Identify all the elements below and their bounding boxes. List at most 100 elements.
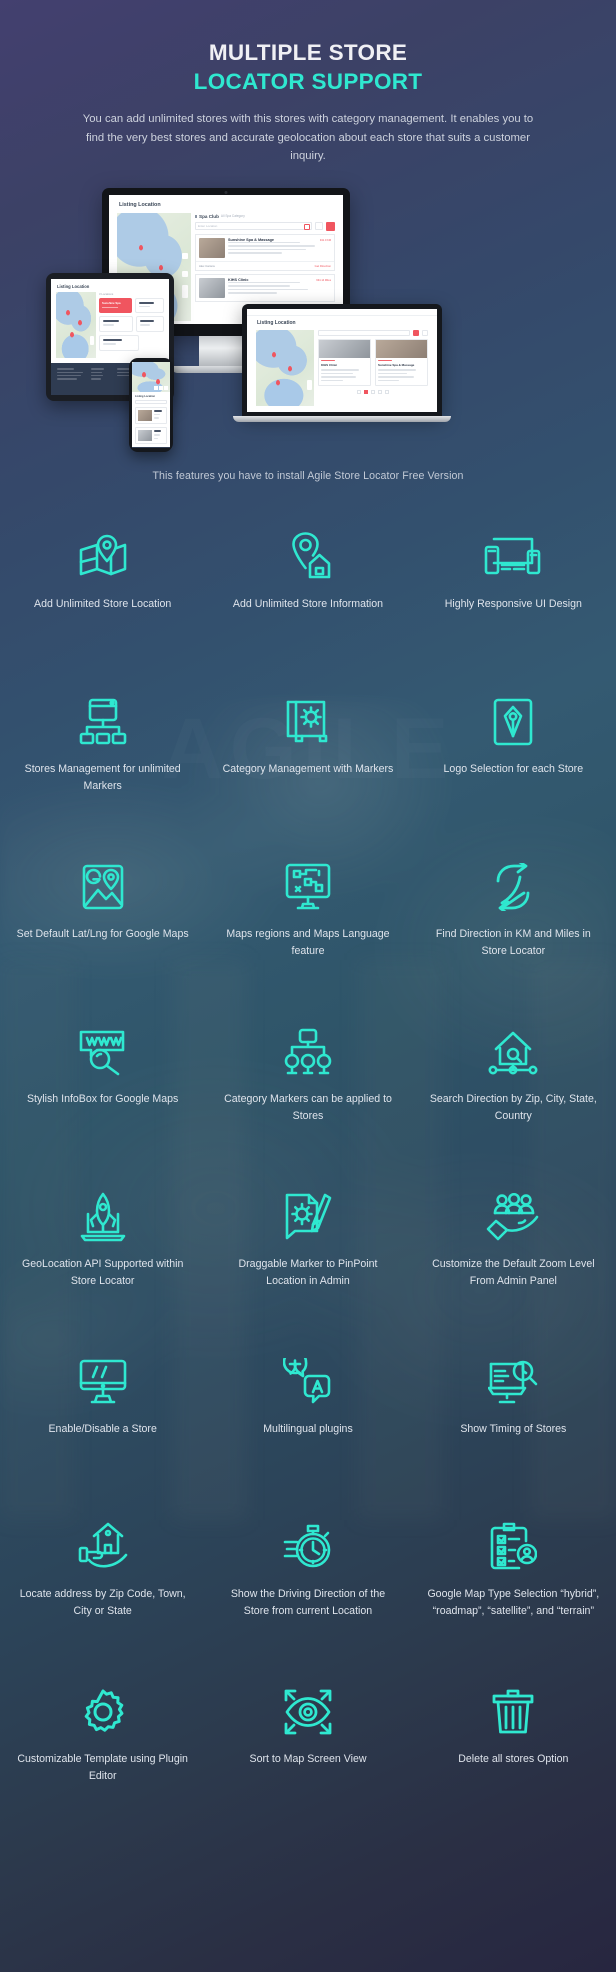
feature-item[interactable]: Add Unlimited Store Information: [205, 526, 410, 691]
desktop-panel-subtitle: All Spa Category: [220, 214, 245, 218]
map-locate-button[interactable]: [182, 270, 188, 277]
desktop-search-input[interactable]: Enter Location: [195, 222, 312, 230]
tablet-card[interactable]: [136, 316, 164, 333]
page-title: MULTIPLE STORE LOCATOR SUPPORT: [0, 38, 616, 96]
feature-item[interactable]: Stores Management for unlimited Markers: [0, 691, 205, 856]
hero-header: MULTIPLE STORE LOCATOR SUPPORT You can a…: [0, 0, 616, 166]
eye-expand-screen-icon: [219, 1681, 396, 1743]
map-pin-icon: [78, 319, 82, 326]
phone-device: Listing Location: [129, 357, 173, 452]
feature-item[interactable]: Locate address by Zip Code, Town, City o…: [0, 1516, 205, 1681]
feature-label: Add Unlimited Store Location: [34, 597, 172, 610]
map-pin-location-icon: [14, 526, 191, 588]
desktop-screen-title: Listing Location: [119, 201, 161, 208]
phone-screen-title: Listing Location: [135, 394, 156, 398]
feature-item[interactable]: Google Map Type Selection “hybrid”, “roa…: [411, 1516, 616, 1681]
laptop-search-input[interactable]: [318, 329, 410, 336]
feature-label: Add Unlimited Store Information: [232, 597, 384, 610]
store-card[interactable]: Sunshine Spa & Massage 941.9 KM Alex Car…: [195, 233, 335, 271]
feature-item[interactable]: Multilingual plugins: [205, 1351, 410, 1516]
feature-item[interactable]: Customizable Template using Plugin Edito…: [0, 1681, 205, 1846]
feature-label: Show the Driving Direction of the Store …: [230, 1587, 386, 1618]
phone-screen: Listing Location: [132, 361, 170, 448]
feature-item[interactable]: Category Management with Markers: [205, 691, 410, 856]
feature-item[interactable]: Enable/Disable a Store: [0, 1351, 205, 1516]
store-distance-badge: 934.14 Miles: [316, 278, 331, 282]
store-direction-link[interactable]: Get Direction: [315, 264, 331, 268]
laptop-base: [233, 415, 451, 422]
phone-map: [132, 361, 170, 392]
map-fullscreen-button[interactable]: [182, 252, 188, 259]
feature-label: Logo Selection for each Store: [443, 762, 584, 775]
map-pin-icon: [272, 351, 276, 358]
hand-house-address-icon: [14, 1516, 191, 1578]
feature-label: Show Timing of Stores: [460, 1422, 567, 1435]
grid-view-toggle[interactable]: [413, 329, 419, 336]
feature-item[interactable]: Highly Responsive UI Design: [411, 526, 616, 691]
direction-arrows-icon: [425, 856, 602, 918]
back-chevron-icon[interactable]: [195, 214, 197, 218]
list-view-toggle[interactable]: [315, 222, 323, 230]
map-pin-icon: [66, 309, 70, 316]
monitor-clock-search-icon: [425, 1351, 602, 1413]
pagination[interactable]: [318, 390, 428, 395]
feature-item[interactable]: Delete all stores Option: [411, 1681, 616, 1846]
store-owner: Alex Carrera: [199, 263, 215, 268]
feature-label: Customizable Template using Plugin Edito…: [17, 1752, 188, 1783]
laptop-screen: Listing Location KIHS Clinic Sunshine Sp…: [247, 308, 437, 412]
map-pin-icon: [156, 378, 160, 385]
feature-item[interactable]: Maps regions and Maps Language feature: [205, 856, 410, 1021]
store-card[interactable]: [135, 426, 167, 445]
monitor-toggle-icon: [14, 1351, 191, 1413]
map-zoom-controls[interactable]: [307, 379, 312, 390]
feature-item[interactable]: Add Unlimited Store Location: [0, 526, 205, 691]
map-gear-category-icon: [219, 691, 396, 753]
clipboard-checklist-map-type-icon: [425, 1516, 602, 1578]
store-card[interactable]: KIHS Clinic 934.14 Miles: [195, 273, 335, 302]
store-card[interactable]: [135, 406, 167, 424]
feature-item[interactable]: Show Timing of Stores: [411, 1351, 616, 1516]
store-thumbnail: [199, 237, 225, 258]
phone-search-input[interactable]: [135, 399, 167, 404]
list-view-toggle[interactable]: [422, 329, 428, 336]
laptop-lid: Listing Location KIHS Clinic Sunshine Sp…: [242, 303, 442, 416]
feature-item[interactable]: Logo Selection for each Store: [411, 691, 616, 856]
feature-label: Stores Management for unlimited Markers: [24, 762, 181, 793]
map-zoom-controls[interactable]: [90, 335, 94, 345]
page-root: AGILE MULTIPLE STORE LOCATOR SUPPORT You…: [0, 0, 616, 1972]
google-maps-latlng-icon: [14, 856, 191, 918]
tablet-card[interactable]: [135, 297, 164, 314]
feature-label: Locate address by Zip Code, Town, City o…: [19, 1587, 186, 1618]
document-gear-pencil-icon: [219, 1186, 396, 1248]
tablet-card[interactable]: [99, 316, 133, 333]
feature-item[interactable]: GeoLocation API Supported within Store L…: [0, 1186, 205, 1351]
map-zoom-controls[interactable]: [182, 284, 188, 298]
pen-nib-logo-icon: [425, 691, 602, 753]
store-name: Sunshine Spa & Massage: [378, 363, 415, 368]
feature-label: Set Default Lat/Lng for Google Maps: [16, 927, 189, 940]
grid-view-toggle[interactable]: [326, 221, 335, 231]
feature-item[interactable]: Search Direction by Zip, City, State, Co…: [411, 1021, 616, 1186]
feature-label: Delete all stores Option: [458, 1752, 569, 1765]
feature-item[interactable]: Category Markers can be applied to Store…: [205, 1021, 410, 1186]
house-search-direction-icon: [425, 1021, 602, 1083]
feature-item[interactable]: Show the Driving Direction of the Store …: [205, 1516, 410, 1681]
www-search-infobox-icon: [14, 1021, 191, 1083]
feature-item[interactable]: Draggable Marker to PinPoint Location in…: [205, 1186, 410, 1351]
feature-label: Multilingual plugins: [263, 1422, 353, 1435]
feature-item[interactable]: Stylish InfoBox for Google Maps: [0, 1021, 205, 1186]
search-submit-icon[interactable]: [304, 224, 310, 230]
feature-item[interactable]: Find Direction in KM and Miles in Store …: [411, 856, 616, 1021]
map-pin-icon: [276, 379, 280, 386]
tablet-card[interactable]: [99, 335, 140, 351]
feature-item[interactable]: Customize the Default Zoom Level From Ad…: [411, 1186, 616, 1351]
feature-label: Stylish InfoBox for Google Maps: [26, 1092, 179, 1105]
store-card[interactable]: KIHS Clinic: [318, 338, 371, 387]
map-pin-icon: [288, 365, 292, 372]
store-thumbnail: [199, 277, 225, 298]
feature-label: Search Direction by Zip, City, State, Co…: [429, 1092, 597, 1123]
feature-item[interactable]: Sort to Map Screen View: [205, 1681, 410, 1846]
store-card[interactable]: Sunshine Spa & Massage: [375, 338, 428, 387]
feature-label: Maps regions and Maps Language feature: [226, 927, 390, 958]
feature-item[interactable]: Set Default Lat/Lng for Google Maps: [0, 856, 205, 1021]
